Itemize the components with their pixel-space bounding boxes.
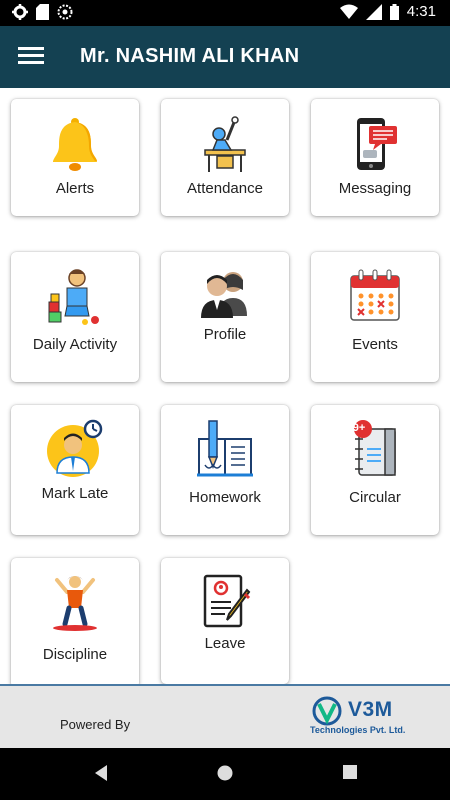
tile-daily-activity[interactable]: Daily Activity	[11, 252, 139, 382]
circular-badge: 9+	[352, 422, 366, 434]
tile-label: Circular	[349, 489, 401, 506]
brand-name: V3M	[348, 698, 393, 721]
battery-icon	[389, 3, 399, 20]
tile-messaging[interactable]: Messaging	[311, 99, 439, 216]
bell-icon	[53, 118, 97, 171]
tile-label: Messaging	[338, 180, 412, 197]
tile-discipline[interactable]: Discipline	[11, 558, 139, 688]
v3m-logo-icon	[312, 696, 342, 726]
attendance-desk-icon	[204, 116, 246, 172]
app-bar: Mr. NASHIM ALI KHAN	[0, 26, 450, 88]
child-playing-icon	[48, 269, 99, 325]
phone-message-icon	[357, 118, 397, 170]
sd-card-icon	[36, 4, 49, 20]
wifi-icon	[339, 4, 358, 19]
tile-label: Discipline	[42, 646, 108, 663]
tile-homework[interactable]: Homework	[161, 405, 289, 535]
tile-attendance[interactable]: Attendance	[161, 99, 289, 216]
person-exercise-icon	[53, 576, 97, 631]
status-time: 4:31	[406, 3, 436, 20]
recents-icon[interactable]	[342, 764, 358, 780]
tile-label: Mark Late	[41, 485, 109, 502]
tile-label: Profile	[203, 326, 247, 343]
tile-circular[interactable]: 9+ Circular	[311, 405, 439, 535]
tile-label: Attendance	[187, 180, 263, 197]
tile-label: Homework	[189, 489, 261, 506]
tile-profile[interactable]: Profile	[161, 252, 289, 382]
dashboard-grid: Alerts Attendance Messaging Daily Activi…	[0, 88, 450, 688]
leave-document-icon	[203, 574, 251, 628]
status-bar: 4:31	[0, 0, 450, 26]
profile-people-icon	[201, 272, 247, 318]
home-icon[interactable]	[216, 764, 234, 782]
tile-alerts[interactable]: Alerts	[11, 99, 139, 216]
tile-label: Leave	[204, 635, 246, 652]
tile-label: Daily Activity	[32, 336, 118, 353]
powered-by-label: Powered By	[60, 717, 131, 732]
tile-mark-late[interactable]: Mark Late	[11, 405, 139, 535]
footer: Powered By V3M Technologies Pvt. Ltd.	[0, 684, 450, 748]
hamburger-menu-icon[interactable]	[18, 44, 44, 70]
book-pencil-icon	[197, 420, 253, 477]
gear-icon	[12, 4, 28, 20]
tile-label: Alerts	[55, 180, 95, 197]
student-clock-icon	[47, 419, 103, 477]
sync-icon	[57, 4, 73, 20]
signal-icon	[365, 3, 382, 20]
brand-subtitle: Technologies Pvt. Ltd.	[310, 725, 406, 735]
page-title: Mr. NASHIM ALI KHAN	[80, 45, 300, 67]
back-icon[interactable]	[93, 764, 109, 782]
tile-events[interactable]: Events	[311, 252, 439, 382]
tile-label: Events	[352, 336, 398, 353]
tile-leave[interactable]: Leave	[161, 558, 289, 684]
navigation-bar	[0, 748, 450, 800]
v3m-logo: V3M Technologies Pvt. Ltd.	[310, 696, 420, 740]
calendar-icon	[350, 269, 400, 321]
